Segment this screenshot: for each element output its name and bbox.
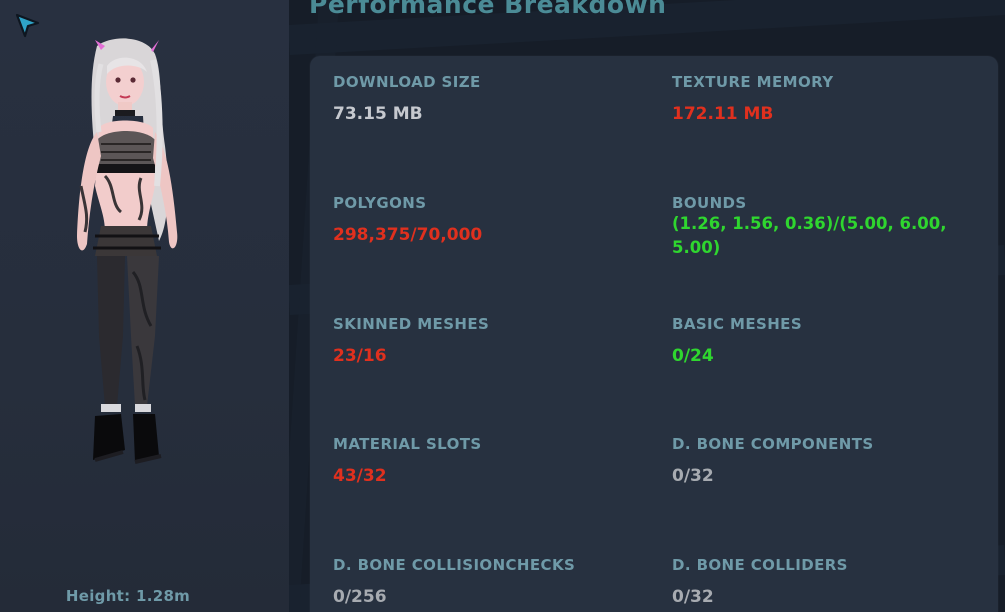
stat-value: 0/24 [672,346,714,366]
stat-value: 73.15 MB [333,104,423,124]
stat-value: 0/32 [672,587,714,607]
stat-label: BOUNDS [672,194,747,212]
stat-value: 298,375/70,000 [333,225,483,245]
stat-value: 0/32 [672,466,714,486]
avatar-preview-panel: Height: 1.28m [0,0,289,612]
stat-value: 172.11 MB [672,104,774,124]
stat-label: D. BONE COMPONENTS [672,435,874,453]
stat-texture-memory: TEXTURE MEMORY 172.11 MB [672,73,992,126]
performance-screen: Height: 1.28m Performance Breakdown DOWN… [0,0,1005,612]
stat-value: 0/256 [333,587,387,607]
stat-basic-meshes: BASIC MESHES 0/24 [672,315,992,368]
stat-value: 43/32 [333,466,387,486]
stat-material-slots: MATERIAL SLOTS 43/32 [333,435,653,488]
stat-label: MATERIAL SLOTS [333,435,482,453]
avatar-image [77,38,178,464]
stat-polygons: POLYGONS 298,375/70,000 [333,194,653,247]
stat-label: D. BONE COLLIDERS [672,556,848,574]
stat-label: TEXTURE MEMORY [672,73,834,91]
stat-bounds: BOUNDS (1.26, 1.56, 0.36)/(5.00, 6.00, 5… [672,194,972,260]
pointer-cursor-icon [15,13,40,38]
stat-value: 23/16 [333,346,387,366]
stat-label: DOWNLOAD SIZE [333,73,481,91]
stat-download-size: DOWNLOAD SIZE 73.15 MB [333,73,653,126]
stat-label: POLYGONS [333,194,427,212]
performance-stats-card: DOWNLOAD SIZE 73.15 MB TEXTURE MEMORY 17… [310,56,998,612]
section-title: Performance Breakdown [309,0,667,19]
stat-value: (1.26, 1.56, 0.36)/(5.00, 6.00, 5.00) [672,214,947,257]
avatar-height-label: Height: 1.28m [65,587,191,605]
stat-label: BASIC MESHES [672,315,803,333]
stat-label: SKINNED MESHES [333,315,490,333]
stat-dbone-collisionchecks: D. BONE COLLISIONCHECKS 0/256 [333,556,653,609]
stat-dbone-colliders: D. BONE COLLIDERS 0/32 [672,556,992,609]
stat-skinned-meshes: SKINNED MESHES 23/16 [333,315,653,368]
stat-dbone-components: D. BONE COMPONENTS 0/32 [672,435,992,488]
stat-label: D. BONE COLLISIONCHECKS [333,556,576,574]
